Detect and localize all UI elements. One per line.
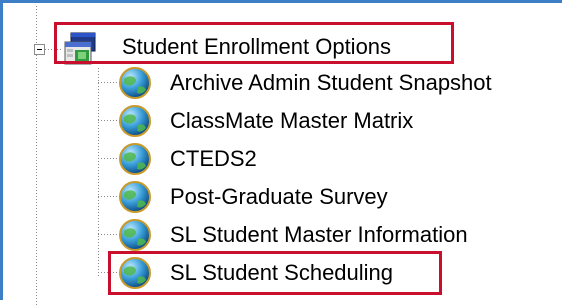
highlight-box [108,251,442,295]
tree-node-post-graduate-survey[interactable]: Post-Graduate Survey [6,178,562,216]
globe-icon [119,67,151,99]
tree-node-label: CTEDS2 [170,146,257,171]
tree-node-classmate-master-matrix[interactable]: ClassMate Master Matrix [6,102,562,140]
tree-node-label: ClassMate Master Matrix [170,108,414,133]
globe-icon [119,219,151,251]
globe-icon [119,105,151,137]
globe-icon [119,181,151,213]
tree-view[interactable]: Student Enrollment Options Archive Admin… [6,6,562,305]
tree-node-label: Post-Graduate Survey [170,184,388,209]
tree-node-label: Archive Admin Student Snapshot [170,70,492,95]
tree-node-cteds2[interactable]: CTEDS2 [6,140,562,178]
tree-node-sl-student-master-information[interactable]: SL Student Master Information [6,216,562,254]
tree-node-archive-admin-student-snapshot[interactable]: Archive Admin Student Snapshot [6,64,562,102]
highlight-box [54,22,454,64]
window-frame: Student Enrollment Options Archive Admin… [0,0,562,305]
globe-icon [119,143,151,175]
tree-node-label: SL Student Master Information [170,222,468,247]
